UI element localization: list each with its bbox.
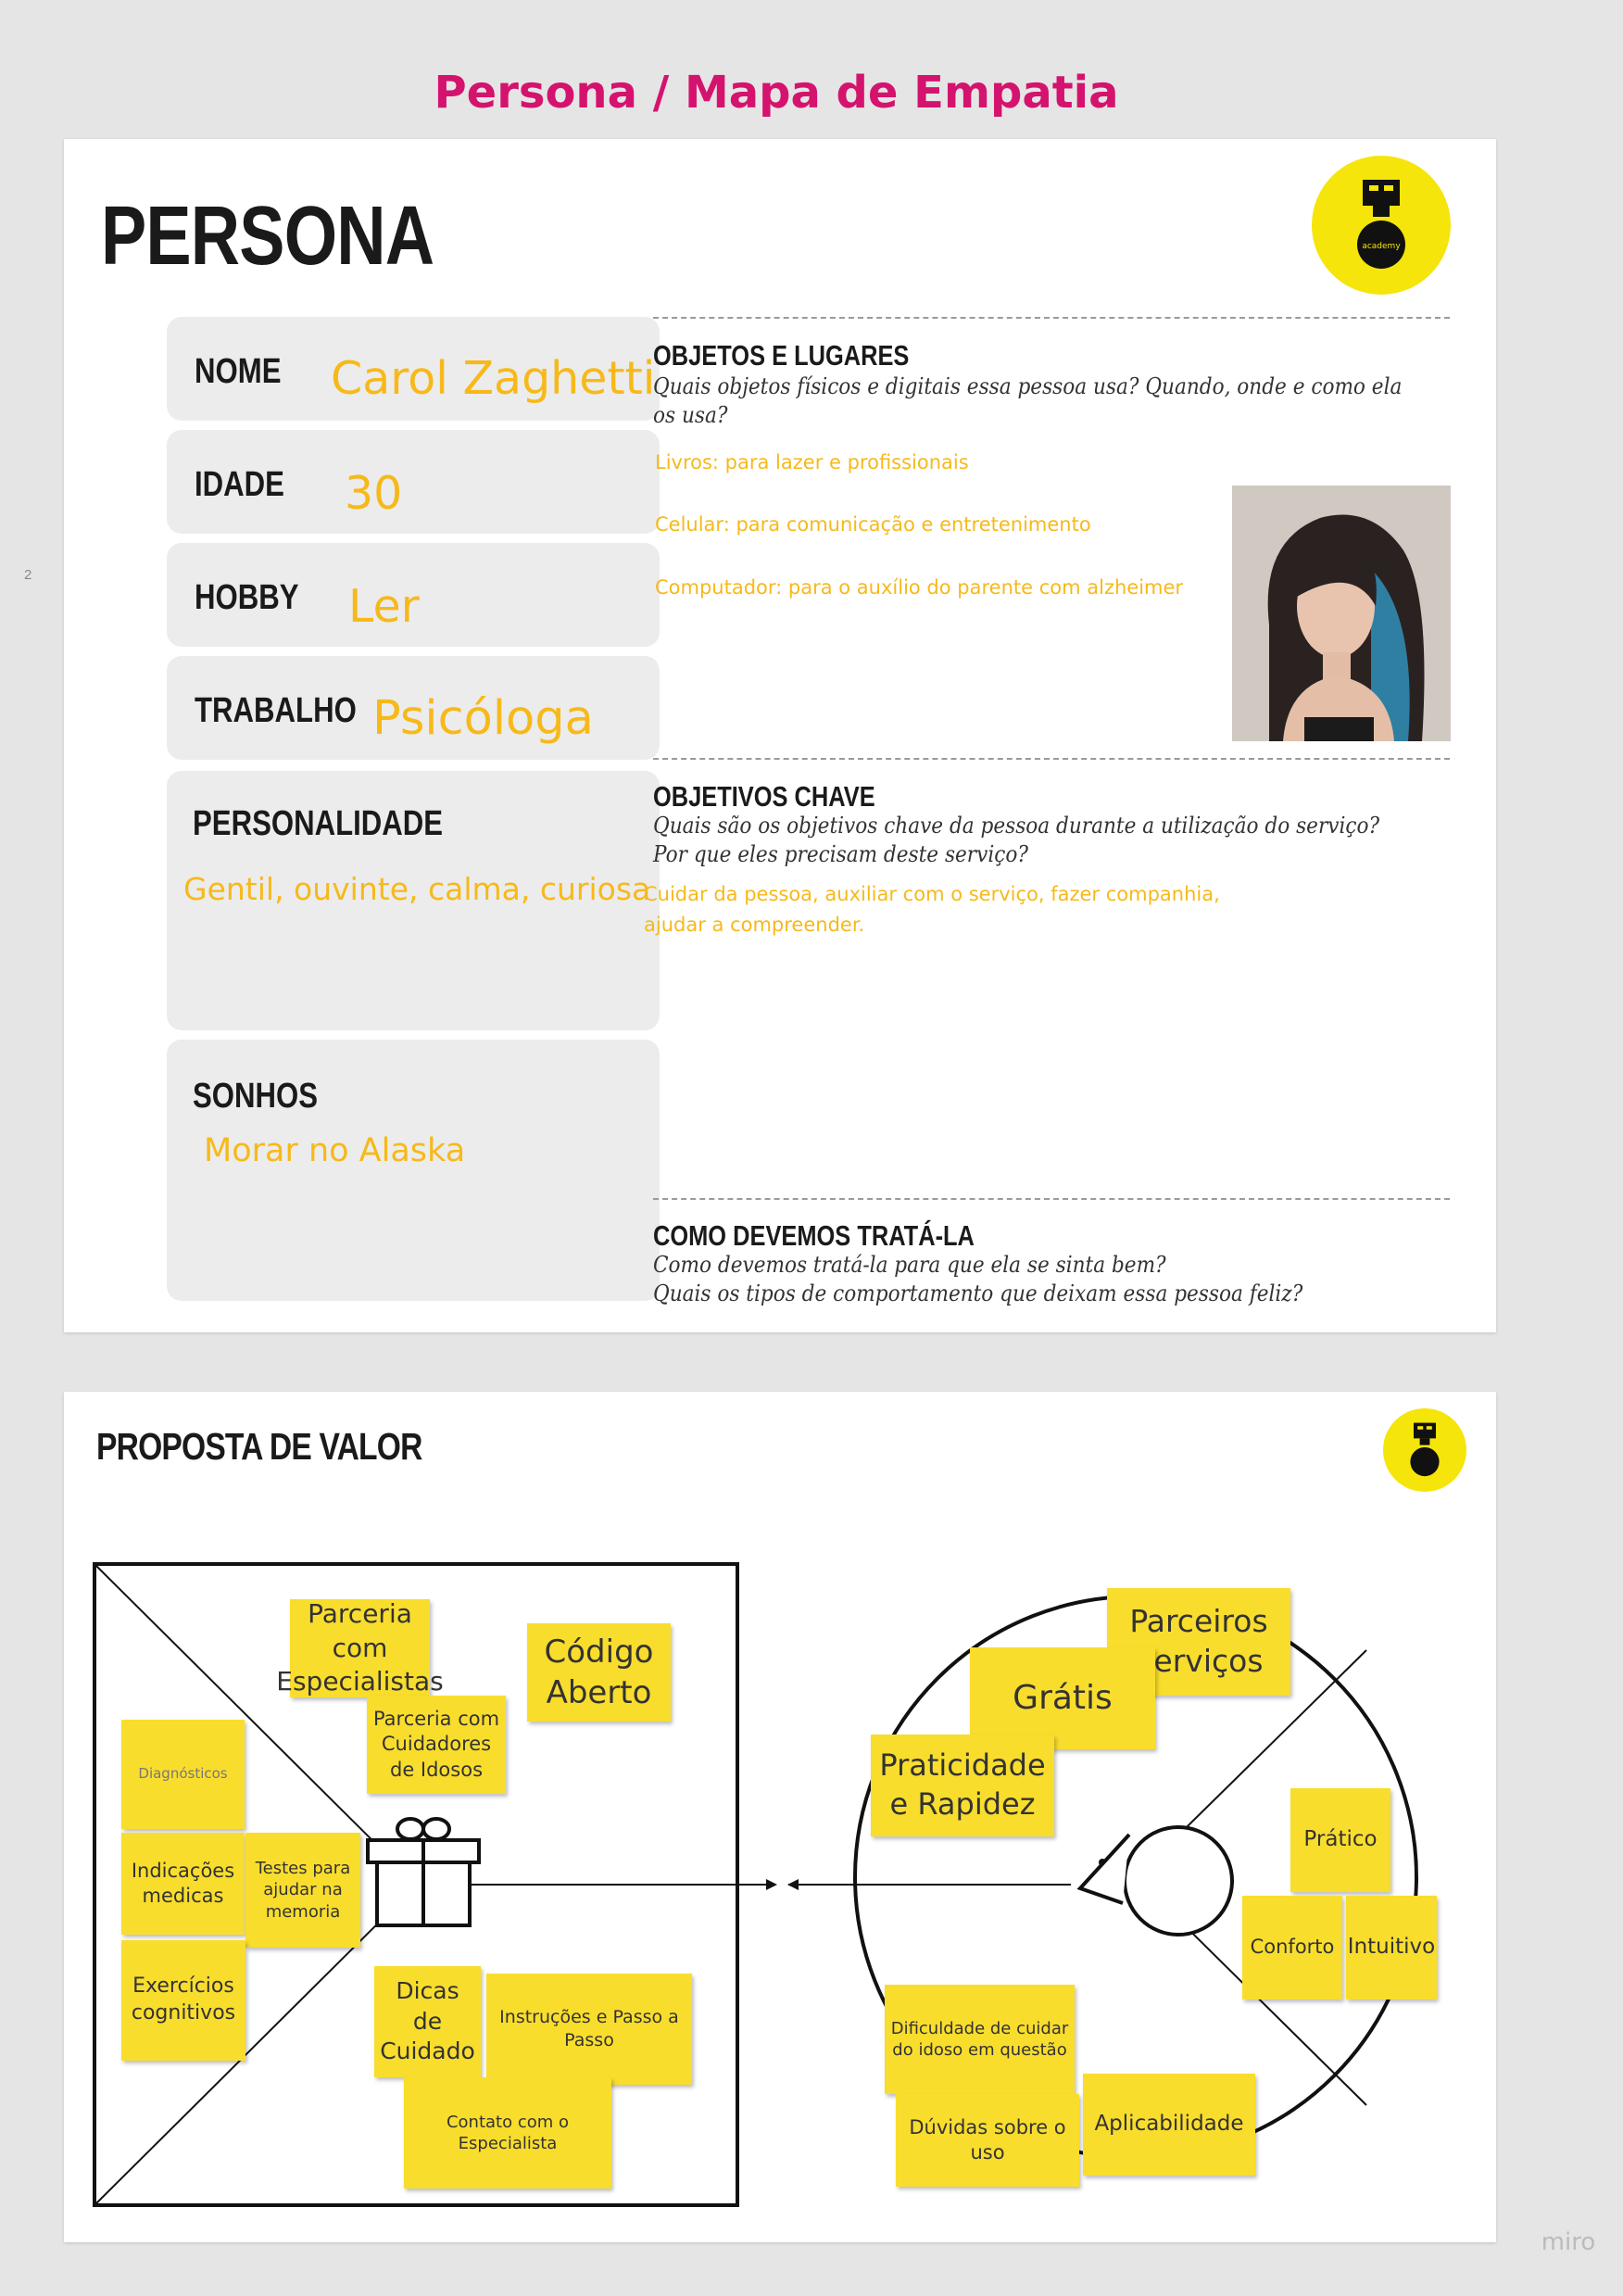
sticky-usage-doubts[interactable]: Dúvidas sobre o uso <box>896 2094 1079 2187</box>
goals-question-1: Quais são os objetivos chave da pessoa d… <box>653 813 1380 839</box>
treat-question-2: Quais os tipos de comportamento que deix… <box>653 1280 1303 1306</box>
persona-heading: PERSONA <box>101 190 434 283</box>
dreams-value: Morar no Alaska <box>204 1132 466 1169</box>
goals-question-2: Por que eles precisam deste serviço? <box>653 841 1028 867</box>
treat-question-1: Como devemos tratá-la para que ela se si… <box>653 1252 1166 1278</box>
sticky-practicality-speed[interactable]: Praticidade e Rapidez <box>871 1735 1054 1836</box>
personality-label: PERSONALIDADE <box>193 804 444 843</box>
sticky-open-source[interactable]: Código Aberto <box>527 1623 671 1722</box>
academy-logo: academy <box>1312 156 1451 295</box>
persona-photo <box>1232 486 1451 741</box>
value-map-diagram <box>93 1562 1418 2207</box>
sticky-diagnostics[interactable]: Diagnósticos <box>121 1720 245 1829</box>
work-field: TRABALHO Psicóloga <box>167 656 660 760</box>
sticky-intuitive[interactable]: Intuitivo <box>1346 1896 1437 2000</box>
divider <box>653 758 1450 760</box>
customer-face-icon <box>1076 1825 1234 1936</box>
fit-arrow-head <box>787 1879 799 1890</box>
sticky-cognitive-exercises[interactable]: Exercícios cognitivos <box>121 1940 245 2061</box>
hobby-label: HOBBY <box>195 578 299 617</box>
age-value: 30 <box>345 467 403 520</box>
objects-question: Quais objetos físicos e digitais essa pe… <box>653 373 1403 428</box>
hobby-field: HOBBY Ler <box>167 543 660 647</box>
fit-arrow-head <box>766 1879 777 1890</box>
divider <box>653 1198 1450 1200</box>
sticky-care-tips[interactable]: Dicas de Cuidado <box>374 1966 481 2077</box>
dreams-field: SONHOS Morar no Alaska <box>167 1040 660 1301</box>
sticky-applicability[interactable]: Aplicabilidade <box>1083 2074 1255 2176</box>
value-proposition-board: PROPOSTA DE VALOR Parceria com Especiali… <box>64 1392 1496 2242</box>
sticky-step-by-step[interactable]: Instruções e Passo a Passo <box>486 1974 692 2085</box>
sticky-caregiving-difficulty[interactable]: Dificuldade de cuidar do idoso em questã… <box>885 1985 1075 2094</box>
page-title: Persona / Mapa de Empatia <box>434 67 1119 119</box>
sticky-medical-indications[interactable]: Indicações medicas <box>121 1833 245 1935</box>
objects-item-phone: Celular: para comunicação e entretenimen… <box>655 513 1091 536</box>
sticky-contact-specialist[interactable]: Contato com o Especialista <box>404 2077 611 2189</box>
goals-answer-1: Cuidar da pessoa, auxiliar com o serviço… <box>644 883 1220 905</box>
logo-text: academy <box>1362 242 1401 251</box>
dreams-label: SONHOS <box>193 1077 319 1116</box>
name-label: NOME <box>195 352 282 391</box>
divider <box>653 317 1450 319</box>
objects-item-computer: Computador: para o auxílio do parente co… <box>655 576 1184 599</box>
treat-title: COMO DEVEMOS TRATÁ-LA <box>653 1219 975 1252</box>
objects-title: OBJETOS E LUGARES <box>653 339 910 372</box>
personality-value: Gentil, ouvinte, calma, curiosa <box>183 871 651 907</box>
sticky-comfort[interactable]: Conforto <box>1242 1896 1342 2000</box>
sticky-memory-tests[interactable]: Testes para ajudar na memoria <box>245 1833 360 1948</box>
gift-icon <box>366 1817 481 1927</box>
age-label: IDADE <box>195 465 284 504</box>
sticky-partner-caregivers[interactable]: Parceria com Cuidadores de Idosos <box>367 1696 506 1794</box>
sticky-practical[interactable]: Prático <box>1290 1788 1390 1892</box>
age-field: IDADE 30 <box>167 430 660 534</box>
goals-title: OBJETIVOS CHAVE <box>653 780 875 813</box>
sticky-partner-specialists[interactable]: Parceria com Especialistas <box>276 1598 444 1697</box>
work-value: Psicóloga <box>372 691 594 746</box>
work-label: TRABALHO <box>195 691 357 730</box>
name-field: NOME Carol Zaghetti <box>167 317 660 421</box>
academy-logo-icon: academy <box>1357 180 1405 269</box>
name-value: Carol Zaghetti <box>331 352 656 405</box>
persona-board: PERSONA academy NOME Carol Zaghetti IDAD… <box>64 139 1496 1332</box>
personality-field: PERSONALIDADE Gentil, ouvinte, calma, cu… <box>167 771 660 1030</box>
goals-answer-2: ajudar a compreender. <box>644 914 865 936</box>
page-number: 2 <box>24 567 32 583</box>
hobby-value: Ler <box>348 580 420 633</box>
persona-photo-illustration <box>1232 486 1451 741</box>
objects-item-books: Livros: para lazer e profissionais <box>655 451 969 473</box>
miro-watermark: miro <box>1541 2228 1596 2256</box>
